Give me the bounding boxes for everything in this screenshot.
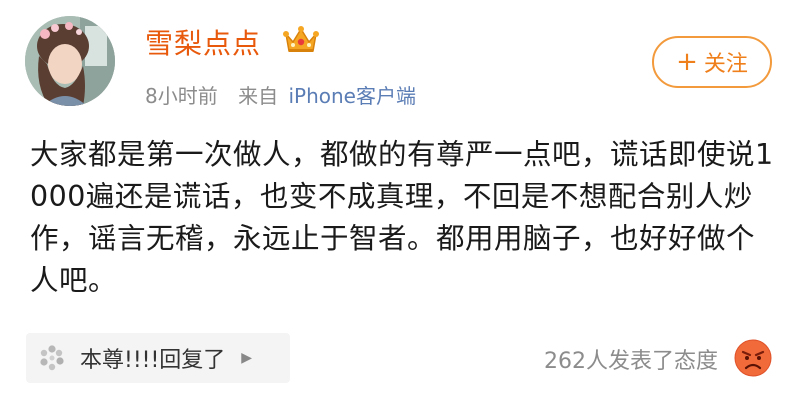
reply-chip-label: 本尊!!!!回复了	[80, 348, 226, 373]
post-content: 大家都是第一次做人，都做的有尊严一点吧，谎话即使说1000遍还是谎话，也变不成真…	[30, 138, 774, 297]
follow-label: 关注	[703, 52, 748, 77]
avatar[interactable]	[25, 16, 115, 106]
source-label: 来自	[238, 84, 279, 108]
weibo-post-card: 雪梨点点 8小时前 来自 iPhone客户端 + 关注 大家都是第一次做人，都做…	[0, 0, 800, 413]
follow-button[interactable]: + 关注	[652, 36, 772, 88]
reply-chip[interactable]: 本尊!!!!回复了 ▶	[26, 333, 290, 383]
post-meta: 8小时前 来自 iPhone客户端	[145, 80, 416, 109]
crown-icon	[283, 26, 319, 52]
pinwheel-icon	[40, 345, 64, 371]
reactions-count[interactable]: 262人发表了态度	[544, 343, 718, 375]
plus-icon: +	[676, 47, 698, 77]
username[interactable]: 雪梨点点	[145, 22, 261, 62]
angry-face-icon[interactable]	[733, 338, 773, 378]
client-link[interactable]: iPhone客户端	[288, 84, 416, 108]
post-time: 8小时前	[145, 84, 218, 108]
chevron-right-icon: ▶	[241, 350, 253, 366]
